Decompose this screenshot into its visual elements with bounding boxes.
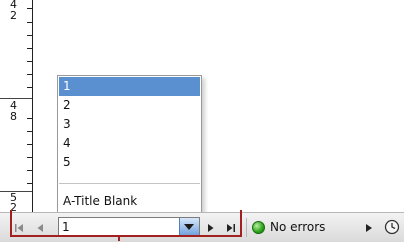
popup-separator (59, 183, 200, 184)
page-option-5[interactable]: 5 (59, 153, 200, 172)
page-option-3[interactable]: 3 (59, 115, 200, 134)
layout-window: 4 2 4 8 5 2 1 2 3 4 5 A-Title Blank 1 No… (0, 0, 404, 242)
vertical-ruler: 4 2 4 8 5 2 (0, 0, 33, 213)
highlight-outline (10, 210, 242, 237)
page-option-2[interactable]: 2 (59, 96, 200, 115)
preflight-status-text: No errors (270, 220, 326, 234)
ruler-label-2-bottom: 8 (10, 110, 17, 123)
preflight-clock-icon[interactable] (384, 219, 400, 235)
status-menu-arrow-icon[interactable] (364, 222, 374, 238)
status-separator (246, 218, 247, 237)
page-list-popup: 1 2 3 4 5 A-Title Blank (57, 75, 202, 214)
page-option-4[interactable]: 4 (59, 134, 200, 153)
status-ok-icon (252, 221, 265, 234)
highlight-pointer (118, 236, 120, 241)
page-option-1[interactable]: 1 (59, 77, 200, 96)
master-option-a-title-blank[interactable]: A-Title Blank (59, 192, 200, 211)
ruler-label-1-bottom: 2 (10, 9, 17, 22)
